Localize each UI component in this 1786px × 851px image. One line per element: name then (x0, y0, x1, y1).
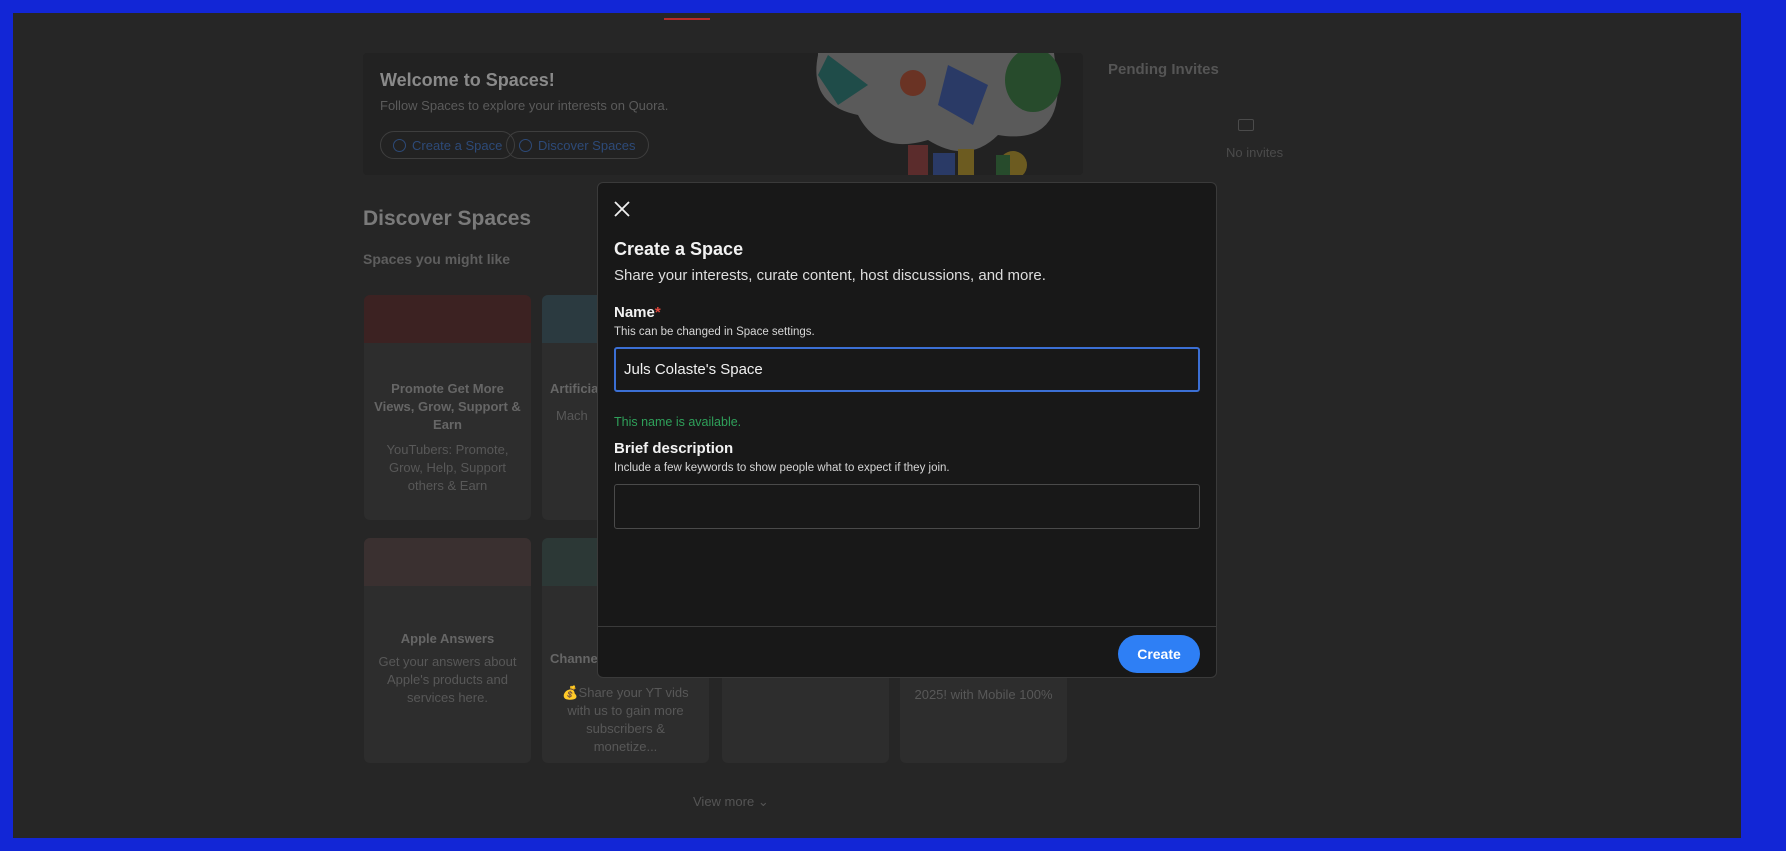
welcome-title: Welcome to Spaces! (380, 70, 555, 90)
modal-title: Create a Space (614, 239, 744, 259)
space-card-description: Get your answers about Apple's products … (378, 654, 517, 705)
discover-spaces-heading: Discover Spaces (363, 207, 532, 230)
space-card-description: YouTubers: Promote, Grow, Help, Support … (386, 442, 509, 493)
mail-icon (1238, 119, 1254, 131)
space-card-title: Apple Answers (400, 631, 495, 646)
pending-invites-panel: Pending Invites No invites (1108, 61, 1438, 160)
compass-icon (519, 138, 532, 152)
chevron-down-icon: ⌄ (757, 794, 769, 809)
active-tab-indicator (664, 18, 710, 20)
pending-invites-title: Pending Invites (1108, 61, 1219, 78)
space-card[interactable]: Apple Answers Get your answers about App… (364, 538, 531, 763)
page-frame: Welcome to Spaces! Follow Spaces to expl… (13, 13, 1741, 838)
space-card-cover (364, 295, 531, 343)
name-hint: This can be changed in Space settings. (614, 326, 815, 338)
plus-circle-icon (393, 138, 406, 152)
space-name-input[interactable] (614, 347, 1200, 392)
create-space-modal: Create a Space Share your interests, cur… (597, 182, 1217, 678)
view-more-label: View more (693, 794, 755, 809)
space-card[interactable]: Promote Get More Views, Grow, Support & … (364, 295, 531, 520)
space-card-title: Promote Get More Views, Grow, Support & … (374, 381, 521, 432)
welcome-illustration (816, 53, 1061, 175)
brief-description-input[interactable] (614, 484, 1200, 529)
create-button[interactable]: Create (1118, 635, 1200, 673)
welcome-banner: Welcome to Spaces! Follow Spaces to expl… (363, 53, 1083, 175)
discover-spaces-pill[interactable]: Discover Spaces (506, 131, 649, 159)
spaces-you-might-like-heading: Spaces you might like (363, 251, 511, 267)
close-icon[interactable] (610, 197, 634, 221)
create-space-pill-label: Create a Space (412, 137, 503, 153)
modal-subtitle: Share your interests, curate content, ho… (614, 267, 1046, 284)
name-label: Name* (614, 304, 661, 321)
space-card-description: 💰Share your YT vids with us to gain more… (562, 685, 689, 754)
name-label-text: Name (614, 304, 655, 321)
brief-description-hint: Include a few keywords to show people wh… (614, 462, 950, 474)
discover-spaces-pill-label: Discover Spaces (538, 137, 636, 153)
brief-description-label: Brief description (614, 440, 734, 457)
modal-footer-divider (598, 626, 1216, 627)
no-invites-text: No invites (1226, 145, 1284, 160)
required-mark: * (654, 304, 661, 321)
space-card-cover (364, 538, 531, 586)
create-space-pill[interactable]: Create a Space (380, 131, 516, 159)
space-card-description: 2025! with Mobile 100% (914, 687, 1053, 702)
name-available-message: This name is available. (614, 415, 742, 429)
view-more-button[interactable]: View more ⌄ (693, 794, 769, 810)
welcome-subtitle: Follow Spaces to explore your interests … (380, 98, 669, 113)
